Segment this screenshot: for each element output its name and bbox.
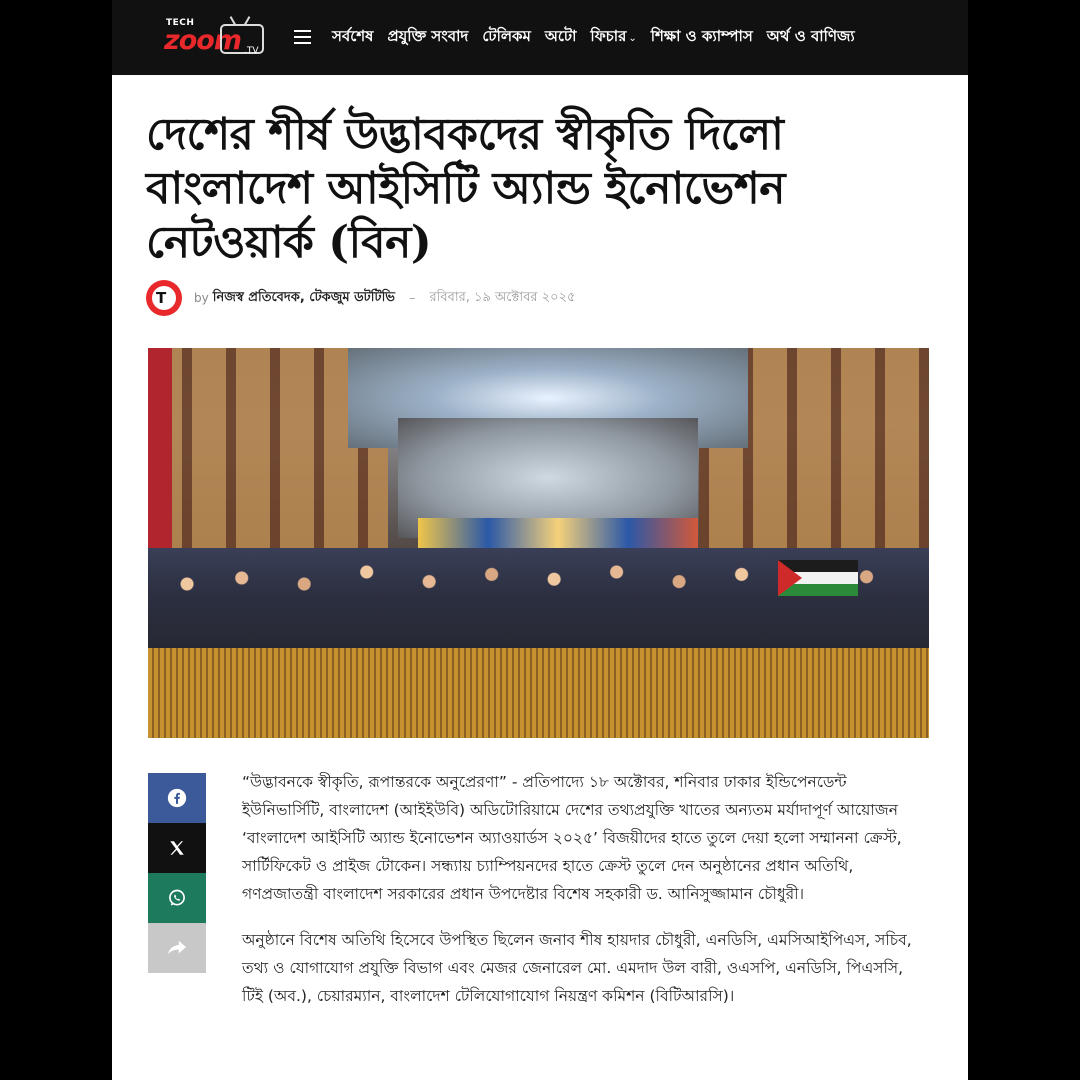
byline: T by নিজস্ব প্রতিবেদক, টেকজুম ডটটিভি – র… bbox=[146, 280, 575, 316]
whatsapp-icon bbox=[169, 889, 185, 906]
hamburger-menu-icon[interactable] bbox=[294, 30, 311, 44]
nav-item-latest[interactable]: সর্বশেষ bbox=[332, 25, 373, 50]
nav-item-auto[interactable]: অটো bbox=[545, 25, 577, 50]
main-nav: সর্বশেষ প্রযুক্তি সংবাদ টেলিকম অটো ফিচার… bbox=[332, 0, 869, 75]
site-header: TECH zoom .TV সর্বশেষ প্রযুক্তি সংবাদ টে… bbox=[112, 0, 968, 75]
article-body: “উদ্ভাবনকে স্বীকৃতি, রূপান্তরকে অনুপ্রের… bbox=[242, 768, 924, 1028]
share-arrow-icon bbox=[168, 940, 186, 955]
nav-item-business[interactable]: অর্থ ও বাণিজ্য bbox=[767, 25, 855, 50]
share-whatsapp-button[interactable] bbox=[148, 873, 206, 923]
article-paragraph: “উদ্ভাবনকে স্বীকৃতি, রূপান্তরকে অনুপ্রের… bbox=[242, 773, 902, 903]
publish-date: রবিবার, ১৯ অক্টোবর ২০২৫ bbox=[429, 289, 576, 305]
nav-item-feature-label: ফিচার bbox=[590, 27, 627, 45]
logo-tv-text: .TV bbox=[244, 46, 259, 56]
site-logo[interactable]: TECH zoom .TV bbox=[164, 16, 266, 62]
nav-item-feature[interactable]: ফিচার ⌄ bbox=[590, 25, 636, 50]
author-avatar[interactable]: T bbox=[146, 280, 182, 316]
share-x-button[interactable] bbox=[148, 823, 206, 873]
share-bar bbox=[148, 773, 206, 973]
share-facebook-button[interactable] bbox=[148, 773, 206, 823]
byline-separator: – bbox=[408, 290, 416, 306]
x-icon bbox=[170, 841, 184, 855]
article-title: দেশের শীর্ষ উদ্ভাবকদের স্বীকৃতি দিলো বাং… bbox=[146, 109, 786, 268]
nav-item-education[interactable]: শিক্ষা ও ক্যাম্পাস bbox=[651, 25, 753, 50]
share-more-button[interactable] bbox=[148, 923, 206, 973]
facebook-icon bbox=[167, 788, 187, 808]
nav-item-tech-news[interactable]: প্রযুক্তি সংবাদ bbox=[387, 25, 468, 50]
author-link[interactable]: নিজস্ব প্রতিবেদক, টেকজুম ডটটিভি bbox=[213, 288, 395, 309]
article-paragraph: অনুষ্ঠানে বিশেষ অতিথি হিসেবে উপস্থিত ছিল… bbox=[242, 931, 912, 1005]
nav-item-telecom[interactable]: টেলিকম bbox=[482, 25, 531, 50]
page: TECH zoom .TV সর্বশেষ প্রযুক্তি সংবাদ টে… bbox=[112, 0, 968, 1080]
chevron-down-icon: ⌄ bbox=[628, 33, 637, 44]
byline-by: by bbox=[194, 291, 209, 305]
hero-image bbox=[148, 348, 929, 738]
